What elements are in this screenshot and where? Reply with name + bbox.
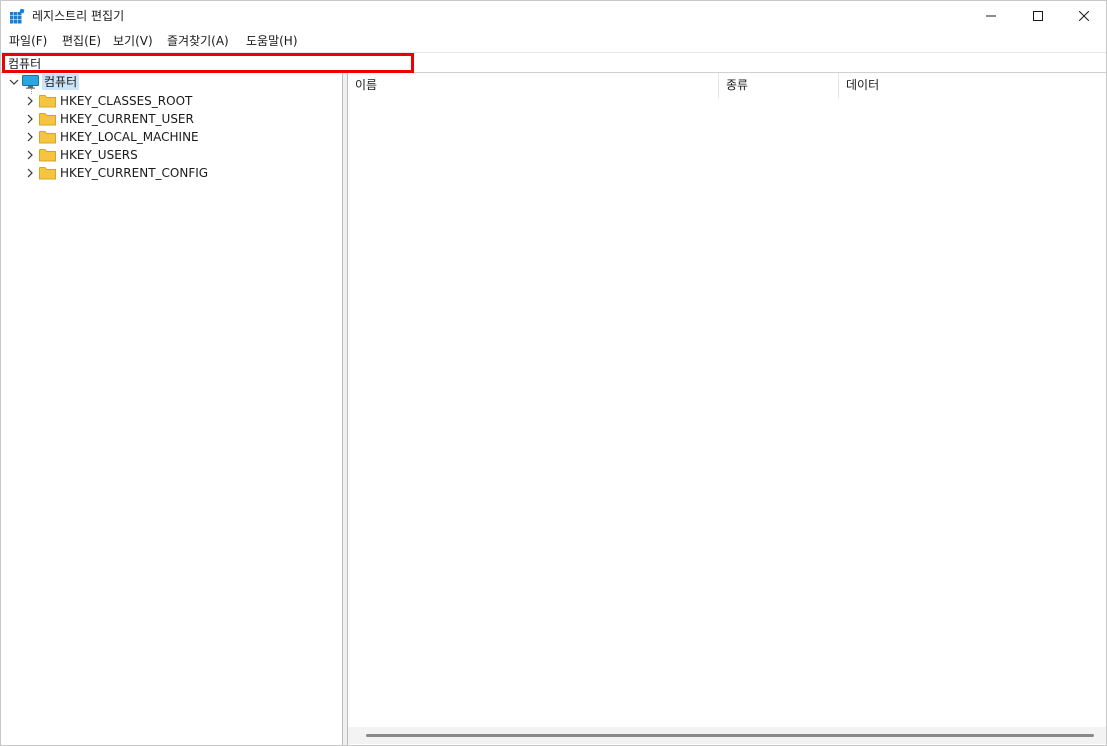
column-header-type[interactable]: 종류 — [719, 73, 839, 98]
address-bar — [1, 52, 1106, 73]
registry-editor-window: 레지스트리 편집기 파일(F) 편집(E) 보기(V) 즐겨찾기(A) 도움말(… — [0, 0, 1107, 746]
chevron-right-icon[interactable] — [24, 167, 36, 179]
chevron-right-icon[interactable] — [24, 149, 36, 161]
tree-pane[interactable]: 컴퓨터 HKEY_CLASSES_ROOT HKEY_CURRENT_USER — [1, 73, 343, 745]
chevron-right-icon[interactable] — [24, 95, 36, 107]
folder-icon — [39, 113, 56, 126]
column-header-data[interactable]: 데이터 — [839, 73, 1106, 98]
minimize-icon — [986, 15, 996, 17]
chevron-right-icon[interactable] — [24, 131, 36, 143]
folder-icon — [39, 167, 56, 180]
scrollbar-thumb[interactable] — [366, 734, 1094, 737]
computer-icon — [22, 75, 39, 89]
tree-item[interactable]: HKEY_CURRENT_CONFIG — [1, 164, 341, 182]
tree-root-label: 컴퓨터 — [42, 74, 80, 90]
address-input[interactable] — [2, 53, 414, 73]
title-bar[interactable]: 레지스트리 편집기 — [1, 1, 1106, 31]
menu-favorites[interactable]: 즐겨찾기(A) — [167, 33, 229, 49]
registry-editor-icon — [10, 9, 25, 24]
chevron-right-icon[interactable] — [24, 113, 36, 125]
tree-item[interactable]: HKEY_CLASSES_ROOT — [1, 92, 341, 110]
tree-item[interactable]: HKEY_USERS — [1, 146, 341, 164]
tree-item-label: HKEY_LOCAL_MACHINE — [60, 130, 199, 144]
folder-icon — [39, 95, 56, 108]
values-list-pane[interactable]: 이름 종류 데이터 — [348, 73, 1106, 745]
menu-file[interactable]: 파일(F) — [9, 33, 47, 49]
menu-help[interactable]: 도움말(H) — [246, 33, 298, 49]
tree-item-label: HKEY_CLASSES_ROOT — [60, 94, 193, 108]
chevron-down-icon[interactable] — [8, 76, 20, 88]
tree-item-label: HKEY_CURRENT_CONFIG — [60, 166, 209, 180]
tree-item[interactable]: HKEY_LOCAL_MACHINE — [1, 128, 341, 146]
menu-edit[interactable]: 편집(E) — [62, 33, 101, 49]
column-header-name[interactable]: 이름 — [348, 73, 719, 98]
window-title: 레지스트리 편집기 — [32, 9, 125, 23]
menu-view[interactable]: 보기(V) — [113, 33, 153, 49]
close-button[interactable] — [1061, 1, 1107, 31]
menu-bar: 파일(F) 편집(E) 보기(V) 즐겨찾기(A) 도움말(H) — [1, 32, 1106, 50]
tree-item-label: HKEY_USERS — [60, 148, 138, 162]
tree-item[interactable]: HKEY_CURRENT_USER — [1, 110, 341, 128]
maximize-button[interactable] — [1015, 1, 1061, 31]
tree-item-label: HKEY_CURRENT_USER — [60, 112, 194, 126]
horizontal-scrollbar[interactable] — [348, 727, 1106, 744]
maximize-icon — [1033, 11, 1043, 21]
minimize-button[interactable] — [968, 1, 1014, 31]
tree-item-computer[interactable]: 컴퓨터 — [1, 73, 341, 94]
close-icon — [1079, 11, 1089, 21]
folder-icon — [39, 131, 56, 144]
folder-icon — [39, 149, 56, 162]
